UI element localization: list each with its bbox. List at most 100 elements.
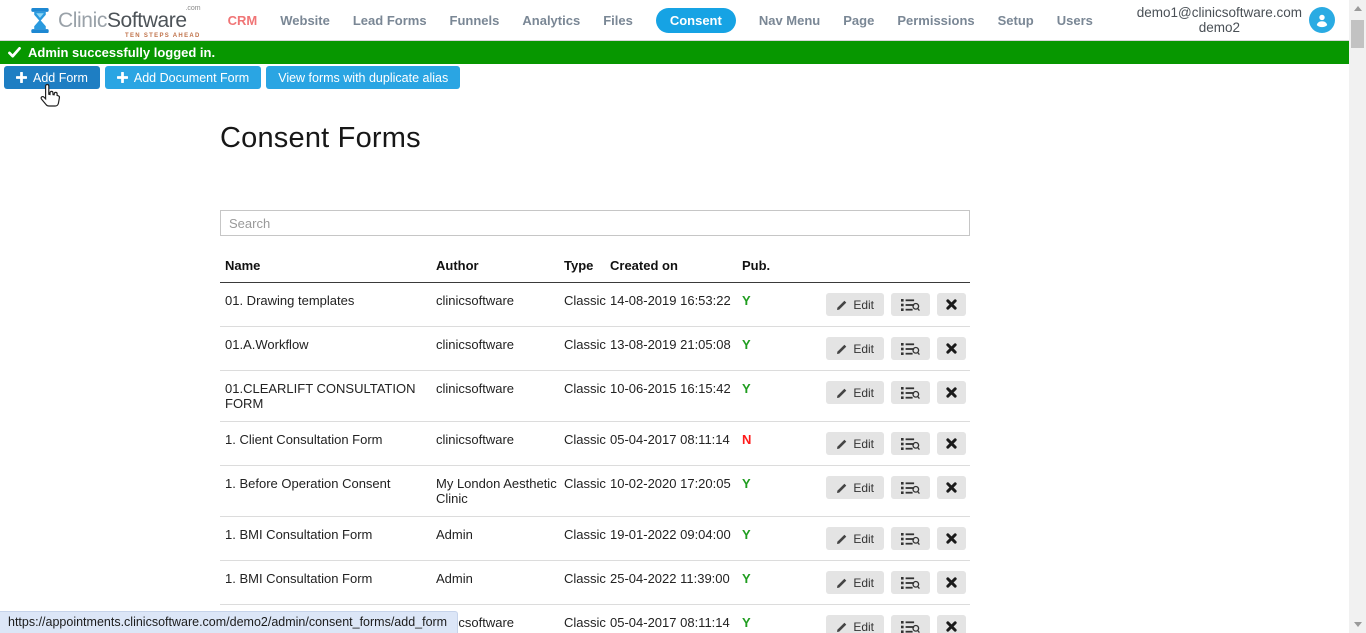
cell-type: Classic <box>564 371 610 422</box>
cell-pub: Y <box>742 466 802 517</box>
scrollbar-thumb[interactable] <box>1351 20 1364 48</box>
x-icon <box>946 621 957 632</box>
success-banner: Admin successfully logged in. <box>0 41 1349 64</box>
view-entries-button[interactable] <box>891 432 930 455</box>
search-input[interactable] <box>220 210 970 236</box>
view-entries-button[interactable] <box>891 476 930 499</box>
col-header-type: Type <box>564 249 610 283</box>
x-icon <box>946 577 957 588</box>
cell-actions: Edit <box>802 517 970 561</box>
pencil-icon <box>836 577 848 589</box>
list-search-icon <box>901 298 920 312</box>
cell-actions: Edit <box>802 466 970 517</box>
nav-item-setup[interactable]: Setup <box>998 13 1034 28</box>
consent-forms-table: Name Author Type Created on Pub. 01. Dra… <box>220 249 970 633</box>
cell-name: 1. BMI Consultation Form <box>220 517 436 561</box>
edit-button[interactable]: Edit <box>826 571 884 594</box>
nav-item-lead-forms[interactable]: Lead Forms <box>353 13 427 28</box>
toolbar-button-label: Add Document Form <box>134 71 249 85</box>
edit-button-label: Edit <box>853 342 874 356</box>
table-row: 1. BMI Consultation FormAdminClassic25-0… <box>220 561 970 605</box>
delete-button[interactable] <box>937 293 966 316</box>
view-duplicate-alias-button[interactable]: View forms with duplicate alias <box>266 66 460 89</box>
view-entries-button[interactable] <box>891 571 930 594</box>
edit-button-label: Edit <box>853 298 874 312</box>
brand-software: Software <box>107 9 187 32</box>
nav-item-crm[interactable]: CRM <box>228 13 258 28</box>
brand-logo[interactable]: ClinicSoftware .com TEN STEPS AHEAD <box>28 7 201 34</box>
cell-actions: Edit <box>802 422 970 466</box>
list-search-icon <box>901 620 920 633</box>
view-entries-button[interactable] <box>891 337 930 360</box>
cell-type: Classic <box>564 605 610 633</box>
delete-button[interactable] <box>937 527 966 550</box>
x-icon <box>946 299 957 310</box>
nav-item-users[interactable]: Users <box>1057 13 1093 28</box>
delete-button[interactable] <box>937 571 966 594</box>
nav-item-nav-menu[interactable]: Nav Menu <box>759 13 820 28</box>
edit-button-label: Edit <box>853 481 874 495</box>
cell-type: Classic <box>564 561 610 605</box>
delete-button[interactable] <box>937 476 966 499</box>
avatar[interactable] <box>1309 7 1335 33</box>
scroll-up-arrow-icon[interactable] <box>1349 0 1366 17</box>
table-header-row: Name Author Type Created on Pub. <box>220 249 970 283</box>
col-header-author: Author <box>436 249 564 283</box>
add-document-form-button[interactable]: Add Document Form <box>105 66 261 89</box>
nav-item-consent[interactable]: Consent <box>656 8 736 33</box>
view-entries-button[interactable] <box>891 527 930 550</box>
delete-button[interactable] <box>937 615 966 633</box>
view-entries-button[interactable] <box>891 615 930 633</box>
brand-tagline: TEN STEPS AHEAD <box>125 33 201 39</box>
delete-button[interactable] <box>937 337 966 360</box>
table-row: 1. BMI Consultation FormAdminClassic19-0… <box>220 517 970 561</box>
cell-name: 01.CLEARLIFT CONSULTATION FORM <box>220 371 436 422</box>
edit-button[interactable]: Edit <box>826 527 884 550</box>
nav-item-analytics[interactable]: Analytics <box>522 13 580 28</box>
view-entries-button[interactable] <box>891 381 930 404</box>
edit-button[interactable]: Edit <box>826 615 884 633</box>
cell-author: clinicsoftware <box>436 327 564 371</box>
list-search-icon <box>901 576 920 590</box>
cell-author: clinicsoftware <box>436 422 564 466</box>
nav-item-page[interactable]: Page <box>843 13 874 28</box>
cell-pub: Y <box>742 283 802 327</box>
table-body: 01. Drawing templatesclinicsoftwareClass… <box>220 283 970 633</box>
edit-button[interactable]: Edit <box>826 381 884 404</box>
user-info: demo1@clinicsoftware.com demo2 <box>1137 5 1302 35</box>
list-search-icon <box>901 386 920 400</box>
delete-button[interactable] <box>937 381 966 404</box>
cell-name: 1. Client Consultation Form <box>220 422 436 466</box>
edit-button[interactable]: Edit <box>826 337 884 360</box>
cell-actions: Edit <box>802 283 970 327</box>
edit-button[interactable]: Edit <box>826 432 884 455</box>
top-navbar: ClinicSoftware .com TEN STEPS AHEAD CRM W… <box>0 0 1349 41</box>
cell-name: 1. Before Operation Consent <box>220 466 436 517</box>
scroll-down-arrow-icon[interactable] <box>1349 616 1366 633</box>
add-form-button[interactable]: Add Form <box>4 66 100 89</box>
list-search-icon <box>901 481 920 495</box>
edit-button[interactable]: Edit <box>826 476 884 499</box>
table-row: 1. Before Operation ConsentMy London Aes… <box>220 466 970 517</box>
cell-created-on: 25-04-2022 11:39:00 <box>610 561 742 605</box>
cell-type: Classic <box>564 327 610 371</box>
edit-button-label: Edit <box>853 386 874 400</box>
view-entries-button[interactable] <box>891 293 930 316</box>
x-icon <box>946 387 957 398</box>
nav-item-website[interactable]: Website <box>280 13 330 28</box>
toolbar-button-label: View forms with duplicate alias <box>278 71 448 85</box>
cell-created-on: 10-02-2020 17:20:05 <box>610 466 742 517</box>
cell-pub: Y <box>742 517 802 561</box>
delete-button[interactable] <box>937 432 966 455</box>
list-search-icon <box>901 532 920 546</box>
main-content: Consent Forms Name Author Type Created o… <box>220 122 970 633</box>
edit-button[interactable]: Edit <box>826 293 884 316</box>
col-header-name: Name <box>220 249 436 283</box>
pencil-icon <box>836 438 848 450</box>
vertical-scrollbar[interactable] <box>1349 0 1366 633</box>
nav-item-files[interactable]: Files <box>603 13 633 28</box>
nav-item-permissions[interactable]: Permissions <box>897 13 974 28</box>
nav-item-funnels[interactable]: Funnels <box>450 13 500 28</box>
user-name: demo2 <box>1137 20 1302 35</box>
cell-pub: Y <box>742 605 802 633</box>
